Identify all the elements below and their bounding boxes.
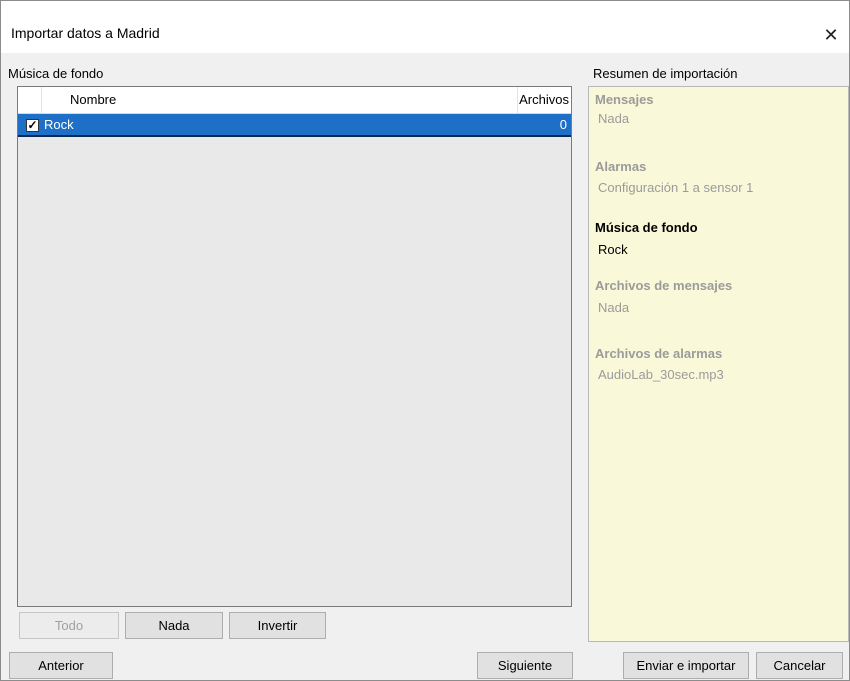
- cancel-button[interactable]: Cancelar: [756, 652, 843, 679]
- header-gutter: [18, 87, 42, 113]
- summary-music-title: Música de fondo: [595, 220, 698, 235]
- invert-selection-button[interactable]: Invertir: [229, 612, 326, 639]
- summary-alarm-files-value: AudioLab_30sec.mp3: [598, 367, 724, 382]
- select-all-button[interactable]: Todo: [19, 612, 119, 639]
- list-item[interactable]: ✓ Rock 0: [18, 114, 571, 137]
- send-import-button[interactable]: Enviar e importar: [623, 652, 749, 679]
- next-button[interactable]: Siguiente: [477, 652, 573, 679]
- summary-messages-title: Mensajes: [595, 92, 654, 107]
- music-section-label: Música de fondo: [8, 66, 104, 81]
- title-bar: Importar datos a Madrid ✕: [1, 1, 849, 53]
- summary-message-files-title: Archivos de mensajes: [595, 278, 733, 293]
- summary-alarms-title: Alarmas: [595, 159, 647, 174]
- list-header: Nombre Archivos: [18, 87, 571, 114]
- select-none-button[interactable]: Nada: [125, 612, 223, 639]
- close-icon[interactable]: ✕: [813, 21, 849, 49]
- row-checkbox[interactable]: ✓: [26, 119, 39, 132]
- window-title: Importar datos a Madrid: [11, 25, 160, 41]
- import-dialog: Importar datos a Madrid ✕ Música de fond…: [0, 0, 850, 681]
- summary-music-value: Rock: [598, 242, 628, 257]
- summary-section-label: Resumen de importación: [593, 66, 738, 81]
- column-header-files[interactable]: Archivos: [518, 87, 571, 113]
- import-summary-panel: Mensajes Nada Alarmas Configuración 1 a …: [588, 86, 849, 642]
- summary-messages-value: Nada: [598, 111, 630, 126]
- row-name: Rock: [44, 117, 74, 132]
- summary-message-files-value: Nada: [598, 300, 630, 315]
- previous-button[interactable]: Anterior: [9, 652, 113, 679]
- music-list[interactable]: Nombre Archivos ✓ Rock 0: [17, 86, 572, 607]
- summary-alarm-files-title: Archivos de alarmas: [595, 346, 723, 361]
- column-header-name[interactable]: Nombre: [42, 87, 518, 113]
- summary-alarms-value: Configuración 1 a sensor 1: [598, 180, 754, 195]
- row-files-count: 0: [559, 117, 567, 132]
